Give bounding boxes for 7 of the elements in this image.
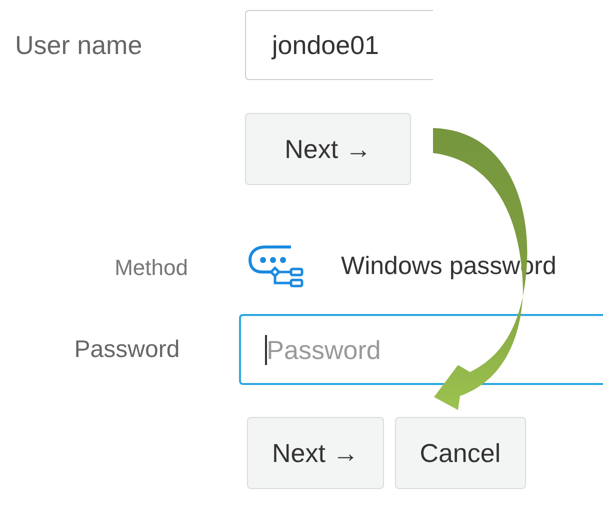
action-button[interactable]: Next → bbox=[247, 417, 384, 489]
field-label: Password bbox=[74, 336, 180, 362]
field-label: Method bbox=[114, 254, 188, 280]
field-label: User name bbox=[15, 30, 142, 60]
input-field[interactable]: jondoe01 bbox=[245, 10, 433, 80]
action-button[interactable]: Cancel bbox=[394, 417, 526, 489]
next-button[interactable]: Next → bbox=[245, 113, 411, 185]
